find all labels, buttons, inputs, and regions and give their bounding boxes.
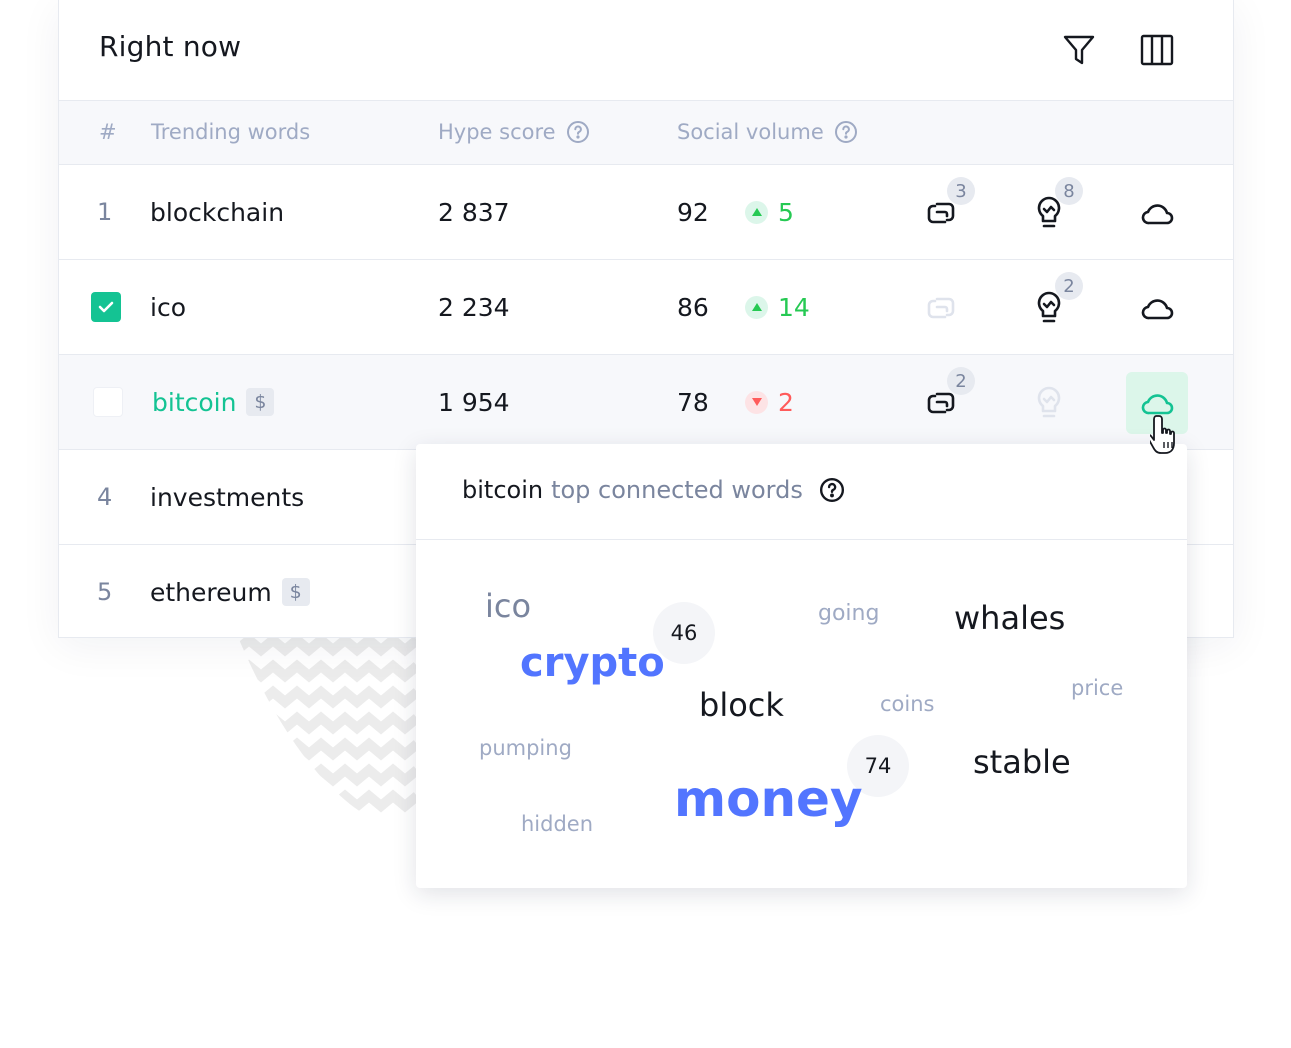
- popup-header: bitcoin top connected words: [416, 444, 1187, 540]
- filter-button[interactable]: [1059, 30, 1099, 70]
- row-rank: 4: [97, 483, 113, 511]
- columns-icon: [1140, 34, 1174, 66]
- column-header-rank: #: [99, 120, 117, 144]
- cloud-word[interactable]: money: [674, 774, 863, 824]
- row-checkbox-checked[interactable]: [91, 292, 121, 322]
- help-icon[interactable]: [819, 477, 845, 503]
- ideas-count-badge: 2: [1055, 272, 1083, 300]
- ideas-button[interactable]: 8: [1029, 177, 1083, 233]
- insights-button-disabled: [921, 288, 961, 328]
- card-header: Right now: [59, 0, 1233, 101]
- trending-word[interactable]: blockchain: [150, 165, 284, 259]
- social-volume: 92: [677, 197, 709, 227]
- arrow-up-icon: [745, 295, 768, 319]
- popup-title: bitcoin top connected words: [462, 476, 845, 504]
- popup-title-text: top connected words: [551, 476, 803, 504]
- hype-score: 2 234: [438, 292, 510, 322]
- volume-change: 5: [745, 165, 794, 259]
- column-header-label: Social volume: [677, 120, 824, 144]
- row-rank: 5: [97, 578, 113, 606]
- table-row[interactable]: 1 blockchain 2 837 92 5 3 8: [59, 165, 1233, 260]
- table-row-highlighted[interactable]: bitcoin $ 1 954 78 2 2: [59, 355, 1233, 450]
- insights-button[interactable]: 2: [921, 367, 975, 423]
- word-cloud-popup: bitcoin top connected words 46 74 ico cr…: [416, 444, 1187, 888]
- trending-word[interactable]: bitcoin: [152, 388, 236, 417]
- cloud-word[interactable]: coins: [880, 694, 934, 715]
- columns-button[interactable]: [1137, 30, 1177, 70]
- column-header-trending-words[interactable]: Trending words: [151, 120, 310, 144]
- row-checkbox-cell: [93, 355, 123, 449]
- column-header-label: Trending words: [151, 120, 311, 144]
- column-header-label: Hype score: [438, 120, 556, 144]
- change-value: 5: [778, 197, 794, 227]
- wave-decoration: [235, 633, 421, 813]
- trending-word-cell: bitcoin $: [152, 355, 275, 449]
- project-dollar-badge[interactable]: $: [281, 578, 310, 606]
- row-checkbox[interactable]: [93, 387, 123, 417]
- ideas-button-disabled: [1029, 383, 1069, 423]
- help-icon[interactable]: [566, 120, 590, 144]
- trending-word[interactable]: investments: [150, 450, 304, 544]
- checkmark-icon: [98, 301, 114, 313]
- cloud-word[interactable]: crypto: [520, 643, 665, 683]
- insights-count-badge: 3: [947, 177, 975, 205]
- trending-word[interactable]: ico: [150, 260, 186, 354]
- cloud-word[interactable]: stable: [973, 746, 1071, 778]
- cloud-icon: [1141, 299, 1174, 320]
- cloud-word[interactable]: price: [1071, 678, 1123, 699]
- social-volume: 86: [677, 292, 709, 322]
- row-checkbox-cell: [91, 260, 121, 354]
- insights-button[interactable]: 3: [921, 177, 975, 233]
- row-rank: 1: [97, 198, 113, 226]
- column-header-hype-score[interactable]: Hype score: [438, 120, 590, 144]
- table-row[interactable]: ico 2 234 86 14 2: [59, 260, 1233, 355]
- hand-pointer-cursor-icon: [1150, 415, 1175, 454]
- cloud-word[interactable]: block: [699, 689, 784, 721]
- word-cloud-button[interactable]: [1137, 288, 1177, 328]
- volume-change: 2: [745, 355, 794, 449]
- word-cloud-button[interactable]: [1137, 193, 1177, 233]
- volume-change: 14: [745, 260, 810, 354]
- filter-icon: [1063, 35, 1095, 65]
- cloud-word[interactable]: ico: [485, 590, 531, 622]
- arrow-down-icon: [745, 390, 768, 414]
- help-icon[interactable]: [834, 120, 858, 144]
- trending-word[interactable]: ethereum: [150, 578, 272, 607]
- card-title: Right now: [99, 30, 242, 63]
- hype-score: 1 954: [438, 387, 510, 417]
- lightbulb-icon: [1037, 386, 1061, 418]
- cloud-icon: [1141, 204, 1174, 225]
- connected-insights-icon: [927, 297, 955, 319]
- arrow-up-icon: [745, 200, 768, 224]
- cloud-word[interactable]: going: [818, 603, 879, 625]
- ideas-count-badge: 8: [1055, 177, 1083, 205]
- project-dollar-badge[interactable]: $: [246, 388, 275, 416]
- hype-score: 2 837: [438, 197, 510, 227]
- social-volume: 78: [677, 387, 709, 417]
- ideas-button[interactable]: 2: [1029, 272, 1083, 328]
- popup-title-word: bitcoin: [462, 476, 544, 504]
- cloud-word[interactable]: hidden: [521, 814, 593, 835]
- change-value: 14: [778, 292, 810, 322]
- cloud-word[interactable]: pumping: [479, 738, 572, 759]
- table-header: # Trending words Hype score Social volum…: [59, 101, 1233, 165]
- trending-word-cell: ethereum $: [150, 545, 310, 639]
- insights-count-badge: 2: [947, 367, 975, 395]
- column-header-social-volume[interactable]: Social volume: [677, 120, 858, 144]
- cloud-icon: [1141, 394, 1174, 415]
- cloud-word[interactable]: whales: [954, 602, 1065, 634]
- change-value: 2: [778, 387, 794, 417]
